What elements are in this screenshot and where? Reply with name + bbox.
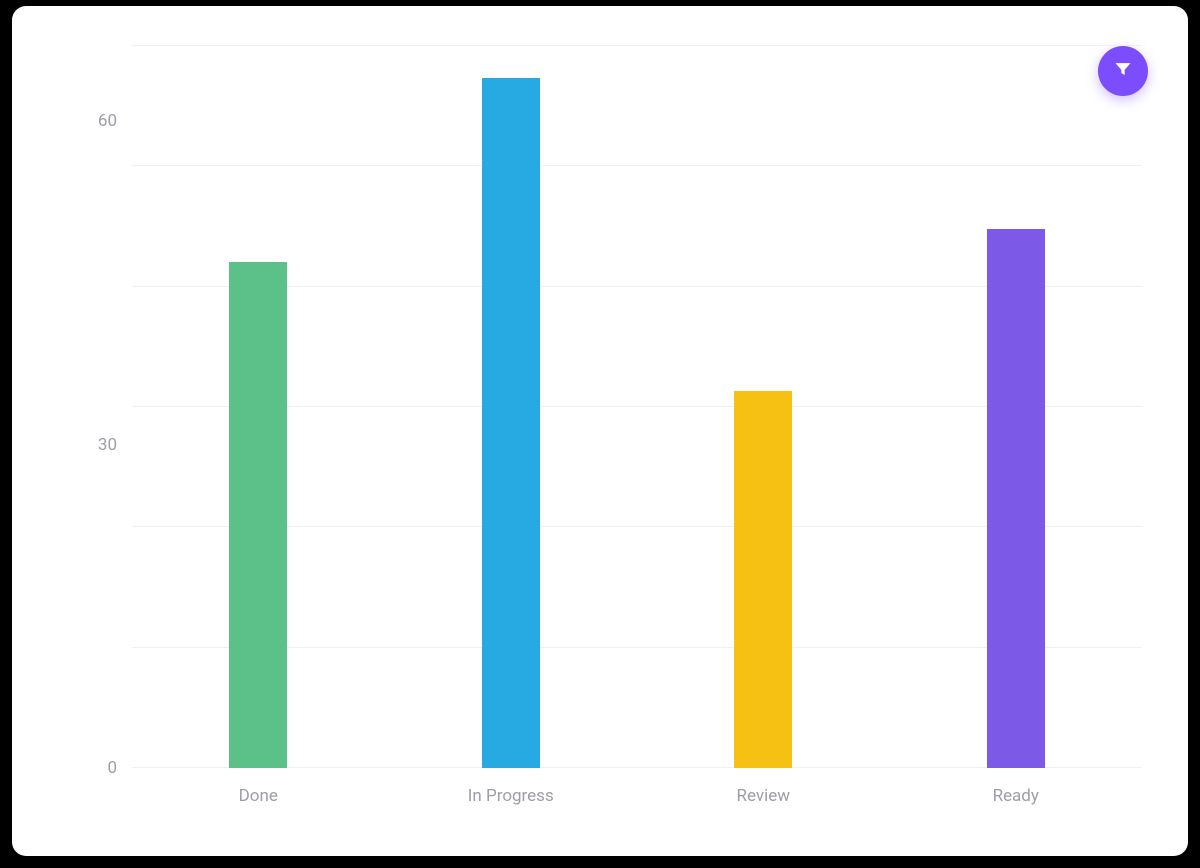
y-tick-label: 0 — [72, 758, 117, 778]
y-tick-label: 60 — [72, 111, 117, 131]
bar[interactable] — [229, 262, 287, 768]
bars-container — [132, 46, 1142, 768]
y-tick-label: 30 — [72, 435, 117, 455]
plot-area — [132, 46, 1142, 768]
bar[interactable] — [734, 391, 792, 768]
x-tick-label: Review — [736, 786, 790, 806]
x-axis-labels: Done In Progress Review Ready — [132, 786, 1142, 816]
bar[interactable] — [987, 229, 1045, 768]
chart-card: Done In Progress Review Ready 0 30 60 — [12, 6, 1188, 856]
bar-chart: Done In Progress Review Ready 0 30 60 — [72, 46, 1142, 826]
x-tick-label: In Progress — [468, 786, 554, 806]
x-tick-label: Ready — [993, 786, 1039, 806]
bar[interactable] — [482, 78, 540, 768]
x-tick-label: Done — [239, 786, 278, 806]
